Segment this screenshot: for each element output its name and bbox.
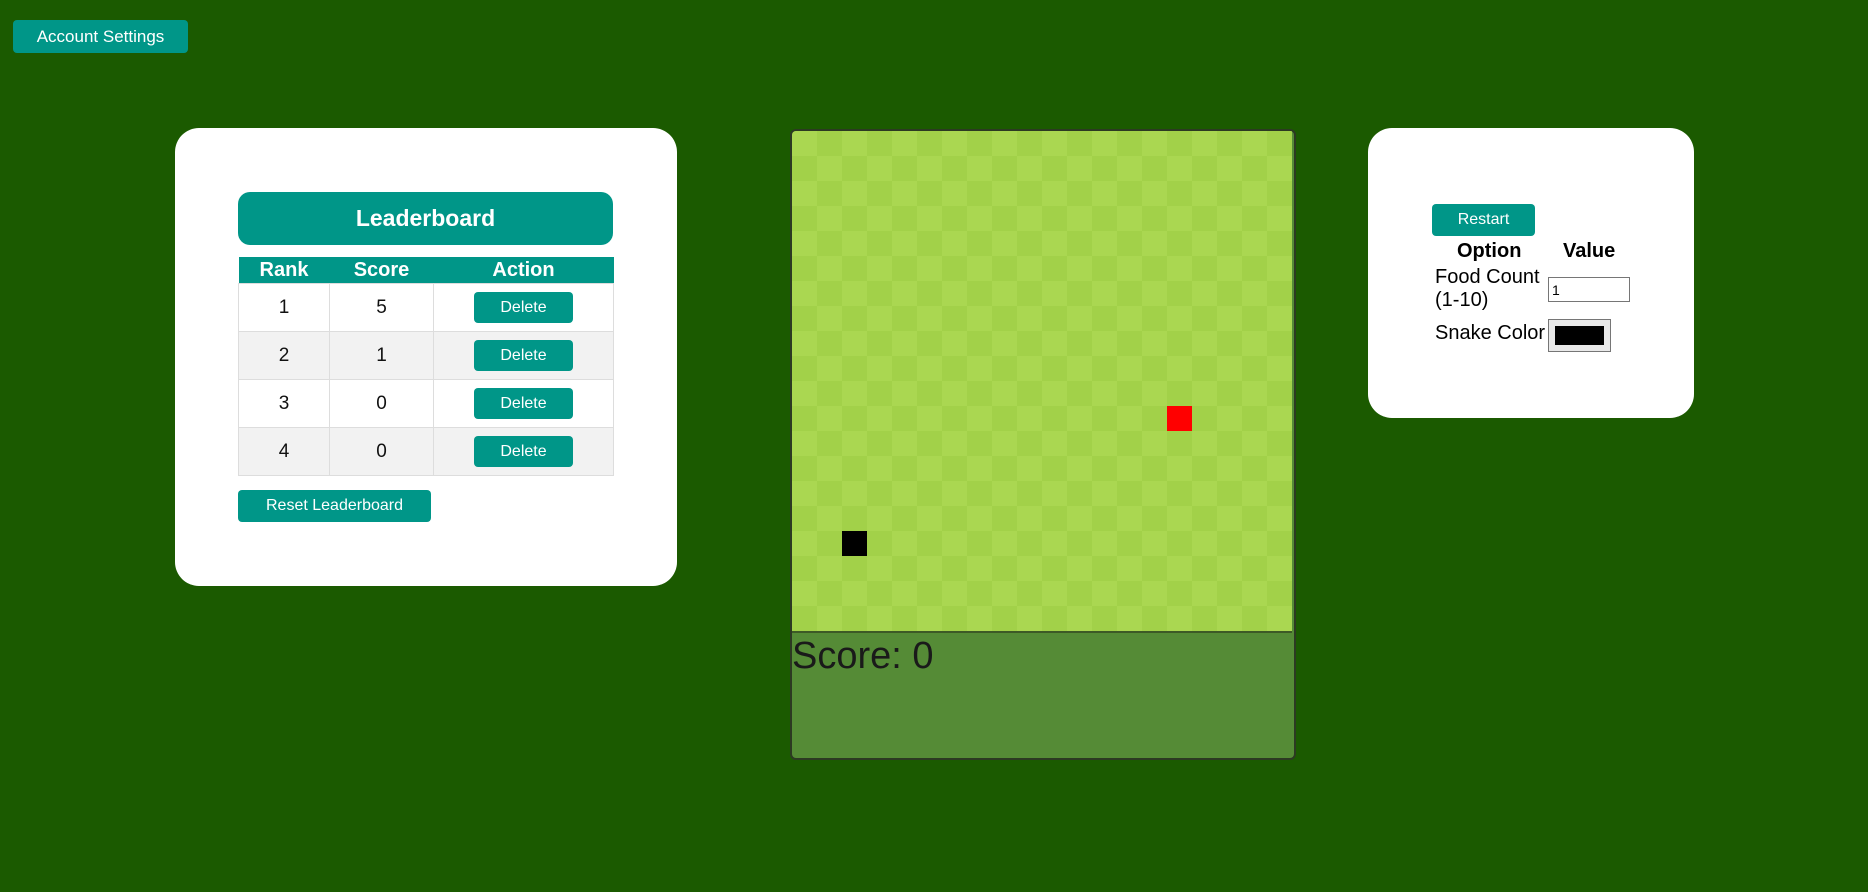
- table-row: 4 0 Delete: [238, 427, 614, 476]
- action-cell: Delete: [433, 427, 614, 476]
- snake-color-label: Snake Color: [1435, 322, 1546, 344]
- delete-button[interactable]: Delete: [474, 292, 573, 323]
- snake-segment: [842, 531, 867, 556]
- score-display: Score: 0: [792, 635, 934, 677]
- score-cell: 0: [329, 427, 434, 476]
- food-count-input[interactable]: [1548, 277, 1630, 302]
- rank-cell: 4: [238, 427, 330, 476]
- game-board[interactable]: [792, 131, 1292, 633]
- rank-cell: 3: [238, 379, 330, 428]
- delete-button[interactable]: Delete: [474, 340, 573, 371]
- action-cell: Delete: [433, 331, 614, 380]
- restart-button[interactable]: Restart: [1432, 204, 1535, 236]
- table-row: 3 0 Delete: [238, 379, 614, 428]
- column-header-rank: Rank: [238, 257, 330, 284]
- delete-button[interactable]: Delete: [474, 436, 573, 467]
- leaderboard-table: Rank Score Action 1 5 Delete 2 1 Delete …: [238, 257, 614, 476]
- score-area: Score: 0: [792, 633, 1292, 756]
- option-column-header: Option: [1457, 240, 1522, 262]
- game-container: Score: 0: [790, 129, 1296, 760]
- delete-button[interactable]: Delete: [474, 388, 573, 419]
- leaderboard-header-row: Rank Score Action: [238, 257, 614, 284]
- column-header-score: Score: [329, 257, 434, 284]
- reset-leaderboard-button[interactable]: Reset Leaderboard: [238, 490, 431, 522]
- table-row: 2 1 Delete: [238, 331, 614, 380]
- snake-color-swatch: [1555, 326, 1604, 345]
- action-cell: Delete: [433, 379, 614, 428]
- leaderboard-panel: Leaderboard Rank Score Action 1 5 Delete…: [175, 128, 677, 586]
- account-settings-button[interactable]: Account Settings: [13, 20, 188, 53]
- score-cell: 1: [329, 331, 434, 380]
- food-item: [1167, 406, 1192, 431]
- table-row: 1 5 Delete: [238, 283, 614, 332]
- snake-color-picker[interactable]: [1548, 319, 1611, 352]
- leaderboard-title: Leaderboard: [238, 192, 613, 245]
- column-header-action: Action: [433, 257, 614, 284]
- value-column-header: Value: [1563, 240, 1616, 262]
- rank-cell: 2: [238, 331, 330, 380]
- score-cell: 5: [329, 283, 434, 332]
- rank-cell: 1: [238, 283, 330, 332]
- food-count-label: Food Count (1-10): [1435, 266, 1540, 311]
- options-panel: Restart Option Value Food Count (1-10) S…: [1368, 128, 1694, 418]
- score-cell: 0: [329, 379, 434, 428]
- action-cell: Delete: [433, 283, 614, 332]
